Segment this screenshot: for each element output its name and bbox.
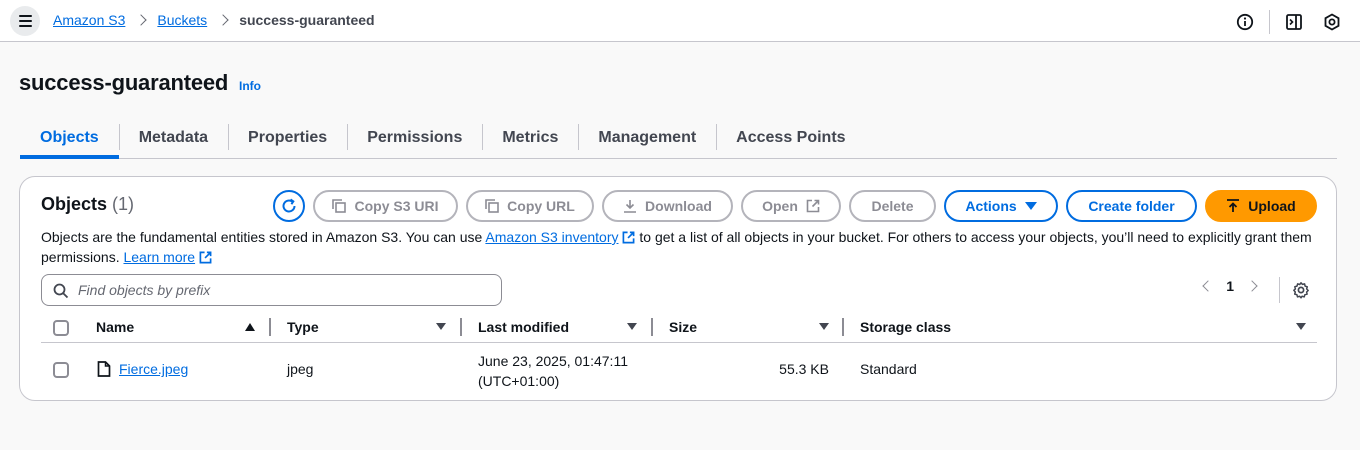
column-storage-class[interactable]: Storage class — [860, 319, 951, 335]
modified-timezone: (UTC+01:00) — [478, 373, 560, 389]
sort-icon[interactable] — [1296, 323, 1306, 330]
search-input[interactable] — [78, 280, 478, 300]
upload-button[interactable]: Upload — [1205, 190, 1317, 222]
refresh-icon — [282, 198, 296, 213]
menu-icon[interactable] — [10, 6, 40, 36]
breadcrumb-current: success-guaranteed — [239, 12, 375, 28]
breadcrumb: Amazon S3 Buckets success-guaranteed — [53, 12, 375, 28]
chevron-left-icon[interactable] — [1202, 280, 1214, 292]
copy-url-label: Copy URL — [507, 198, 575, 214]
object-name-link[interactable]: Fierce.jpeg — [119, 361, 188, 377]
objects-count: (1) — [112, 194, 135, 214]
info-link[interactable]: Info — [239, 79, 261, 93]
description-text: Objects are the fundamental entities sto… — [41, 229, 483, 245]
breadcrumb-buckets[interactable]: Buckets — [157, 12, 207, 28]
create-folder-label: Create folder — [1088, 198, 1175, 214]
tab-metrics[interactable]: Metrics — [482, 118, 578, 158]
breadcrumb-amazon-s3[interactable]: Amazon S3 — [53, 12, 125, 28]
external-link-icon — [623, 231, 635, 244]
search-field[interactable] — [41, 274, 502, 306]
info-circle-icon[interactable] — [1235, 12, 1255, 32]
tab-bar: Objects Metadata Properties Permissions … — [20, 118, 1337, 159]
actions-label: Actions — [965, 198, 1017, 214]
open-label: Open — [762, 198, 798, 214]
objects-panel: Objects (1) Copy S3 URI Copy URL Downloa… — [19, 176, 1337, 401]
object-type: jpeg — [287, 361, 314, 377]
tab-properties[interactable]: Properties — [228, 118, 347, 158]
column-last-modified[interactable]: Last modified — [478, 319, 569, 335]
panel-icon[interactable] — [1284, 12, 1304, 32]
copy-icon — [485, 199, 499, 213]
download-icon — [624, 200, 637, 213]
chevron-right-icon — [217, 14, 229, 26]
objects-heading: Objects (1) — [41, 194, 134, 215]
column-resizer[interactable] — [269, 318, 271, 336]
delete-button[interactable]: Delete — [849, 190, 936, 222]
sort-icon[interactable] — [627, 323, 637, 330]
pagination: 1 — [1202, 278, 1258, 294]
sort-icon[interactable] — [819, 323, 829, 330]
refresh-button[interactable] — [273, 190, 305, 222]
delete-label: Delete — [871, 198, 914, 214]
objects-title: Objects — [41, 194, 108, 214]
settings-hex-icon[interactable] — [1322, 12, 1342, 32]
table-header: Name Type Last modified Size Storage cla… — [41, 315, 1317, 343]
external-link-icon — [199, 251, 212, 264]
copy-s3-uri-label: Copy S3 URI — [354, 198, 439, 214]
chevron-right-icon — [135, 14, 148, 26]
divider — [1279, 277, 1280, 303]
modified-date: June 23, 2025, 01:47:11 — [478, 353, 628, 369]
sort-ascending-icon[interactable] — [245, 323, 255, 331]
external-link-icon — [806, 199, 820, 213]
download-label: Download — [645, 198, 712, 214]
select-all-checkbox[interactable] — [53, 320, 69, 336]
gear-icon[interactable] — [1292, 281, 1310, 299]
file-icon — [97, 361, 111, 377]
copy-url-button[interactable]: Copy URL — [466, 190, 594, 222]
column-type[interactable]: Type — [287, 319, 319, 335]
download-button[interactable]: Download — [602, 190, 733, 222]
learn-more-link[interactable]: Learn more — [123, 249, 195, 265]
tab-management[interactable]: Management — [578, 118, 716, 158]
caret-down-icon — [1024, 202, 1037, 210]
upload-icon — [1227, 199, 1240, 212]
column-resizer[interactable] — [842, 318, 844, 336]
column-name[interactable]: Name — [96, 319, 134, 335]
upload-label: Upload — [1248, 198, 1296, 214]
tab-metadata[interactable]: Metadata — [118, 118, 228, 158]
tab-permissions[interactable]: Permissions — [347, 118, 482, 158]
open-button[interactable]: Open — [741, 190, 841, 222]
copy-s3-uri-button[interactable]: Copy S3 URI — [313, 190, 458, 222]
divider — [1269, 10, 1270, 34]
column-resizer[interactable] — [460, 318, 462, 336]
actions-button[interactable]: Actions — [944, 190, 1058, 222]
page-number[interactable]: 1 — [1226, 278, 1234, 294]
s3-inventory-link[interactable]: Amazon S3 inventory — [485, 229, 618, 245]
column-resizer[interactable] — [651, 318, 653, 336]
object-size: 55.3 KB — [779, 361, 829, 377]
table-row: Fierce.jpeg jpeg June 23, 2025, 01:47:11… — [41, 344, 1317, 396]
object-storage-class: Standard — [860, 361, 917, 377]
object-last-modified: June 23, 2025, 01:47:11 (UTC+01:00) — [478, 351, 628, 391]
chevron-right-icon[interactable] — [1246, 280, 1258, 292]
tab-access-points[interactable]: Access Points — [716, 118, 865, 158]
page-title: success-guaranteed — [19, 70, 229, 95]
objects-description: Objects are the fundamental entities sto… — [41, 227, 1321, 267]
column-size[interactable]: Size — [669, 319, 697, 335]
search-icon — [53, 283, 69, 299]
create-folder-button[interactable]: Create folder — [1066, 190, 1197, 222]
row-checkbox[interactable] — [53, 362, 69, 378]
copy-icon — [332, 199, 347, 213]
tab-objects[interactable]: Objects — [20, 118, 119, 159]
top-navigation: Amazon S3 Buckets success-guaranteed — [0, 0, 1360, 42]
sort-icon[interactable] — [436, 323, 446, 330]
